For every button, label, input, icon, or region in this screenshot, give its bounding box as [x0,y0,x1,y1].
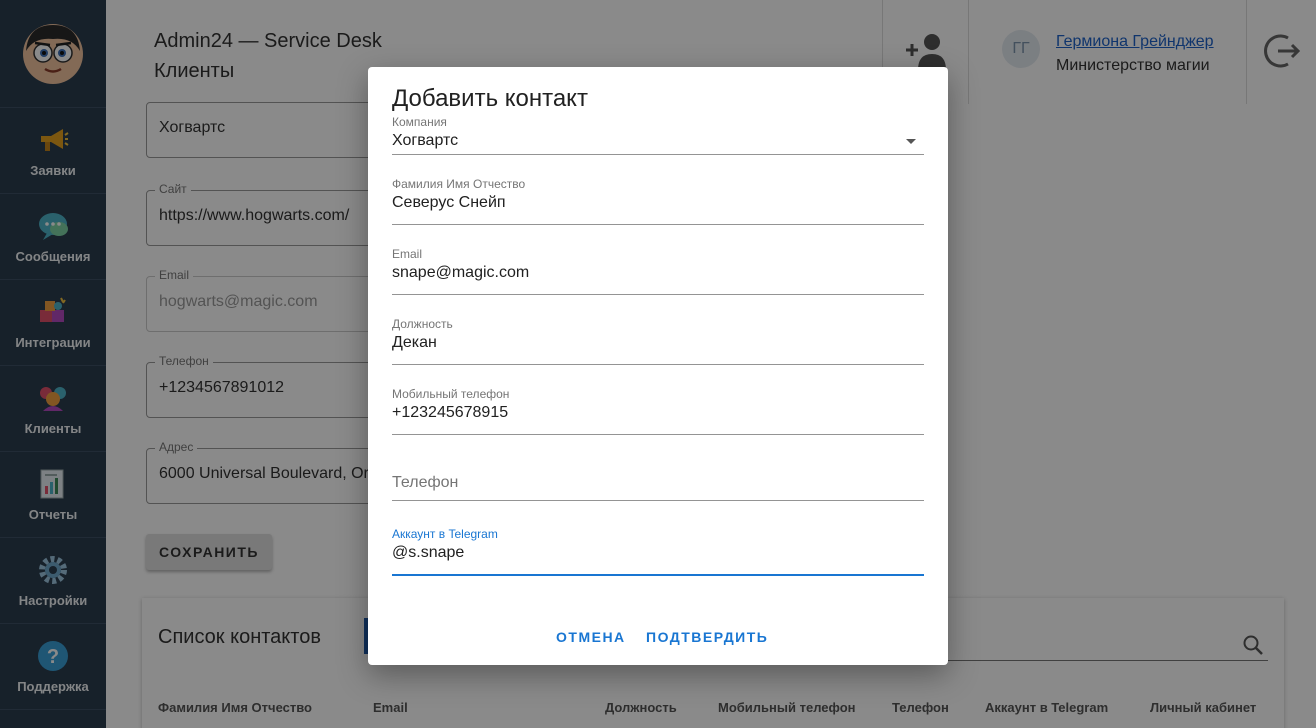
field-value: +123245678915 [392,401,924,435]
field-value: @s.snape [392,541,924,576]
cancel-button[interactable]: ОТМЕНА [556,629,626,645]
mobile-phone-field[interactable]: Мобильный телефон +123245678915 [392,387,924,435]
field-value: snape@magic.com [392,261,924,295]
fio-field[interactable]: Фамилия Имя Отчество Северус Снейп [392,177,924,225]
field-label: Компания [392,115,447,129]
confirm-button[interactable]: ПОДТВЕРДИТЬ [646,629,768,645]
field-label: Аккаунт в Telegram [392,527,498,541]
email-field[interactable]: Email snape@magic.com [392,247,924,295]
dialog-title: Добавить контакт [392,85,588,112]
dropdown-arrow-icon[interactable] [906,139,916,144]
field-label: Должность [392,317,453,331]
phone-field[interactable]: Телефон [392,471,924,501]
position-field[interactable]: Должность Декан [392,317,924,365]
add-contact-dialog: Добавить контакт Компания Хогвартс Фамил… [368,67,948,665]
field-value: Хогвартс [392,129,924,155]
field-placeholder: Телефон [392,471,924,501]
telegram-field[interactable]: Аккаунт в Telegram @s.snape [392,527,924,576]
field-label: Мобильный телефон [392,387,510,401]
field-label: Фамилия Имя Отчество [392,177,526,191]
field-label: Email [392,247,423,261]
field-value: Декан [392,331,924,365]
field-value: Северус Снейп [392,191,924,225]
company-select[interactable]: Компания Хогвартс [392,115,924,155]
